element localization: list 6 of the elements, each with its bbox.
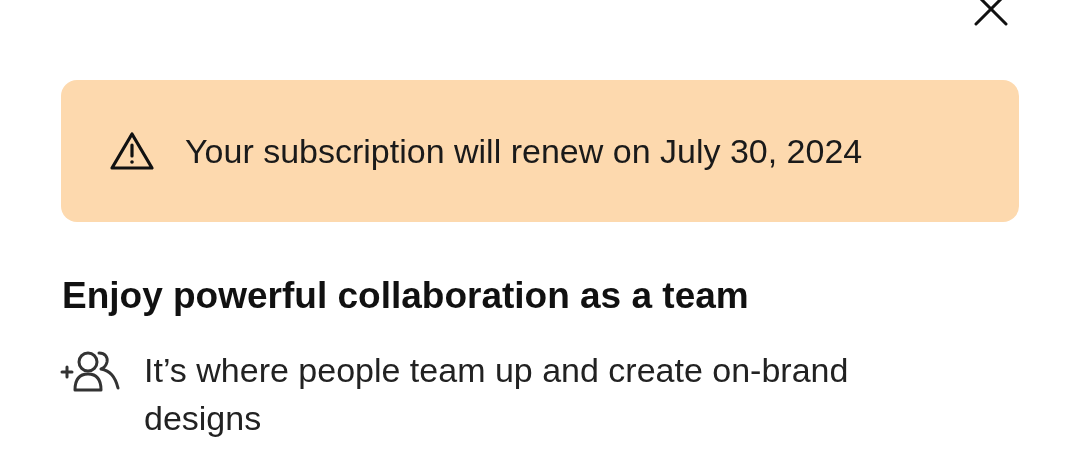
banner-text: Your subscription will renew on July 30, 2024	[185, 130, 863, 172]
close-icon	[974, 0, 1008, 26]
warning-icon	[109, 131, 155, 171]
close-button[interactable]	[972, 0, 1010, 28]
feature-text: It’s where people team up and create on-brand designs	[144, 350, 850, 439]
section-heading: Enjoy powerful collaboration as a team	[62, 274, 750, 318]
